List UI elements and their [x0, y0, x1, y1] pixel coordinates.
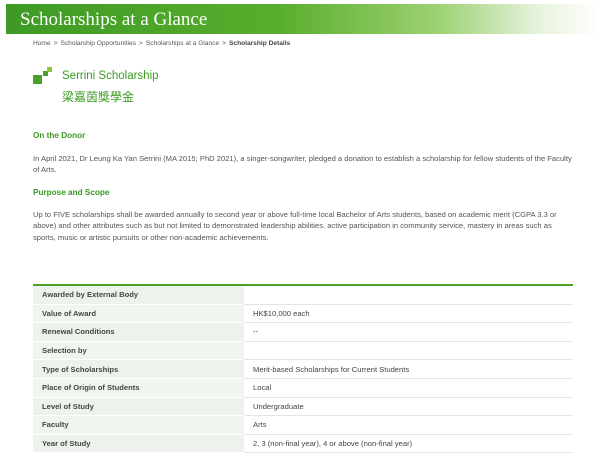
table-row: Value of Award HK$10,000 each — [33, 304, 573, 324]
section-heading-purpose: Purpose and Scope — [33, 188, 110, 197]
table-row: Year of Study 2, 3 (non-final year), 4 o… — [33, 434, 573, 453]
breadcrumb-scholarship-opportunities-link[interactable]: Scholarship Opportunities — [60, 40, 136, 47]
row-label: Awarded by External Body — [33, 286, 244, 305]
row-label: Type of Scholarships — [33, 359, 244, 379]
row-value: Local — [244, 378, 573, 398]
section-text-donor: In April 2021, Dr Leung Ka Yan Serrini (… — [33, 154, 572, 175]
row-value — [244, 286, 573, 305]
breadcrumb-separator: > — [222, 40, 226, 47]
section-text-purpose: Up to FIVE scholarships shall be awarded… — [33, 210, 557, 242]
scholarship-details-table: Awarded by External Body Value of Award … — [33, 284, 573, 453]
breadcrumb: Home > Scholarship Opportunities > Scholarsh… — [33, 40, 290, 47]
row-value: HK$10,000 each — [244, 304, 573, 324]
breadcrumb-separator: > — [138, 40, 143, 47]
breadcrumb-home-link[interactable]: Home — [33, 40, 51, 47]
table-row: Awarded by External Body — [33, 286, 573, 305]
row-label: Year of Study — [33, 434, 244, 453]
table-row: Faculty Arts — [33, 415, 573, 435]
row-value: Merit-based Scholarships for Current Stu… — [244, 359, 573, 379]
table-row: Place of Origin of Students Local — [33, 378, 573, 398]
row-label: Renewal Conditions — [33, 322, 244, 342]
table-row: Type of Scholarships Merit-based Scholar… — [33, 359, 573, 379]
section-heading-donor: On the Donor — [33, 131, 86, 140]
page-banner: Scholarships at a Glance — [6, 4, 602, 34]
row-value: -- — [244, 322, 573, 342]
banner-title: Scholarships at a Glance — [20, 9, 208, 30]
row-label: Faculty — [33, 415, 244, 435]
scholarship-name-zh: 梁嘉茵獎學金 — [62, 90, 135, 104]
green-squares-logo-icon — [33, 67, 53, 85]
row-value: Arts — [244, 415, 573, 435]
row-label: Selection by — [33, 341, 244, 361]
table-row: Renewal Conditions -- — [33, 322, 573, 342]
row-label: Place of Origin of Students — [33, 378, 244, 398]
row-label: Value of Award — [33, 304, 244, 324]
breadcrumb-separator: > — [53, 40, 58, 47]
row-value: 2, 3 (non-final year), 4 or above (non-f… — [244, 434, 573, 453]
scholarship-name-en: Serrini Scholarship — [62, 70, 159, 82]
table-row: Level of Study Undergraduate — [33, 397, 573, 417]
breadcrumb-current: Scholarship Details — [229, 40, 291, 47]
row-value — [244, 341, 573, 361]
row-label: Level of Study — [33, 397, 244, 417]
breadcrumb-scholarships-at-a-glance-link[interactable]: Scholarships at a Glance — [146, 40, 219, 47]
table-row: Selection by — [33, 341, 573, 361]
row-value: Undergraduate — [244, 397, 573, 417]
